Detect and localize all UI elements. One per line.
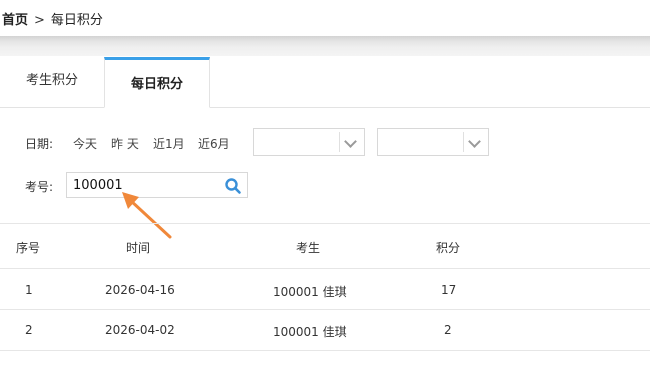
chevron-down-icon: [344, 135, 357, 148]
select-divider: [339, 132, 340, 152]
breadcrumb-home[interactable]: 首页: [2, 13, 28, 28]
breadcrumb-separator: >: [34, 13, 45, 28]
date-filter-row: 日期: 今天 昨 天 近1月 近6月: [0, 128, 650, 156]
quick-range-yesterday[interactable]: 昨 天: [111, 135, 139, 152]
table-divider: [0, 350, 650, 351]
table-cell-points: 2: [444, 323, 452, 337]
table-divider: [0, 309, 650, 310]
quick-range-6-months[interactable]: 近6月: [198, 135, 230, 152]
end-date-select[interactable]: [377, 128, 489, 156]
tab-daily-points[interactable]: 每日积分: [104, 57, 210, 108]
quick-range-1-month[interactable]: 近1月: [153, 135, 185, 152]
table-cell-points: 17: [441, 283, 457, 297]
table-top-divider: [0, 223, 650, 224]
tab-exam-points[interactable]: 考生积分: [0, 57, 104, 107]
quick-range-today[interactable]: 今天: [73, 135, 97, 152]
tab-bar: 考生积分 每日积分: [0, 57, 650, 108]
table-cell-index: 1: [25, 283, 33, 297]
header-shadow-band: [0, 36, 650, 56]
table-cell-time: 2026-04-02: [105, 323, 175, 337]
table-cell-time: 2026-04-16: [105, 283, 175, 297]
tab-label: 考生积分: [25, 73, 78, 88]
tab-label: 每日积分: [130, 77, 183, 92]
column-header-points: 积分: [436, 241, 461, 255]
exam-id-value: 100001: [73, 178, 123, 193]
exam-id-label: 考号:: [25, 180, 54, 194]
table-cell-examinee: 100001 佳琪: [273, 285, 347, 299]
column-header-index: 序号: [16, 241, 41, 255]
date-label: 日期:: [25, 137, 54, 151]
column-header-examinee: 考生: [296, 241, 321, 255]
breadcrumb: 首页 > 每日积分: [2, 9, 103, 28]
chevron-down-icon: [468, 135, 481, 148]
exam-id-search-field[interactable]: 100001: [66, 172, 248, 198]
column-header-time: 时间: [126, 241, 151, 255]
start-date-select[interactable]: [253, 128, 365, 156]
exam-id-row: 考号: 100001: [0, 172, 650, 198]
table-divider: [0, 268, 650, 269]
table-cell-examinee: 100001 佳琪: [273, 325, 347, 339]
search-icon[interactable]: [224, 177, 242, 195]
select-divider: [463, 132, 464, 152]
breadcrumb-current: 每日积分: [50, 13, 103, 28]
table-cell-index: 2: [25, 323, 33, 337]
